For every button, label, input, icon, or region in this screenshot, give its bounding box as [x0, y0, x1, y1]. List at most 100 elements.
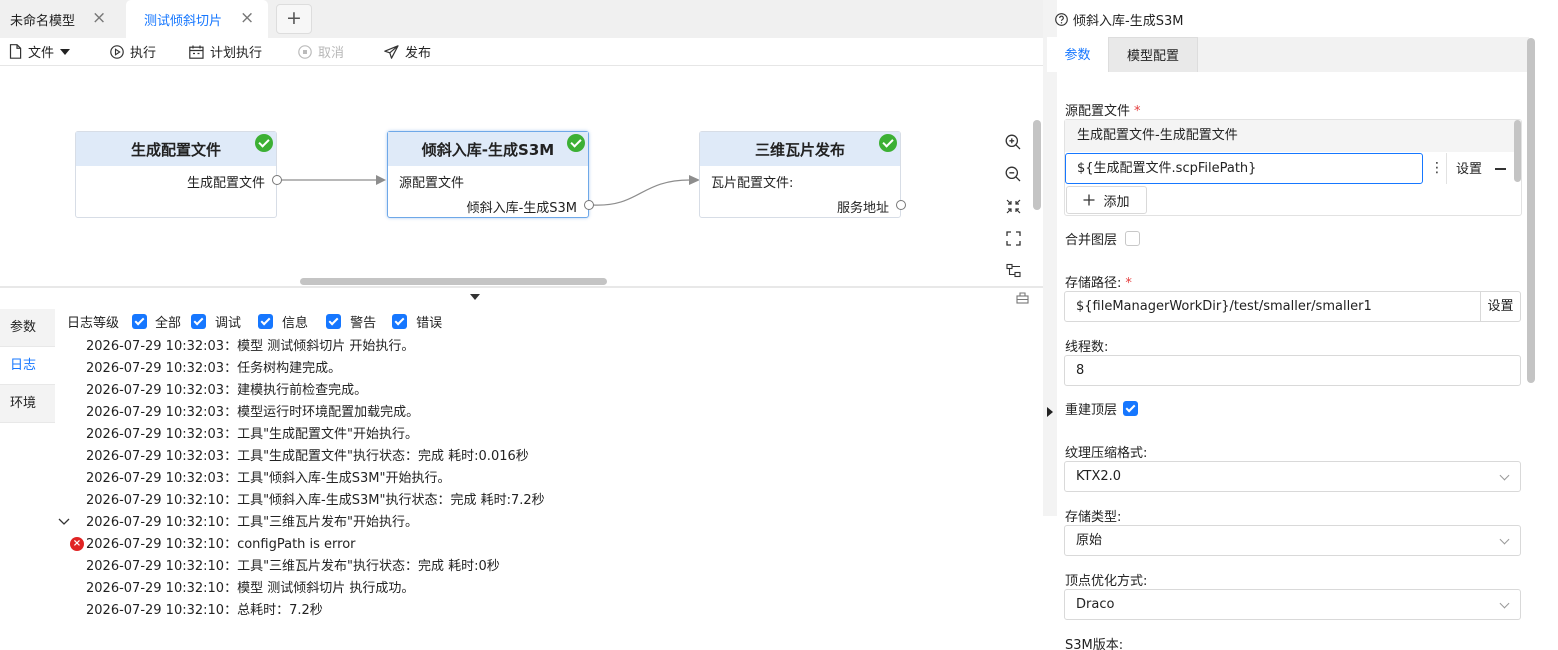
app-window: 未命名模型 × 测试倾斜切片 × + 文件 执行 计划执行 取消 发布 生成配置…: [0, 0, 1558, 650]
checkbox-debug[interactable]: [191, 313, 207, 329]
checkbox-label: 全部: [155, 315, 182, 331]
remove-icon[interactable]: [1495, 168, 1506, 170]
add-source-button[interactable]: 添加: [1066, 186, 1147, 214]
log-line: 2026-07-29 10:32:03：模型 测试倾斜切片 开始执行。: [86, 339, 415, 354]
log-line-error: 2026-07-29 10:32:10：configPath is error: [86, 537, 356, 552]
checkbox-label: 调试: [215, 315, 242, 331]
more-vertical-icon[interactable]: ⋮: [1430, 160, 1444, 176]
tab-params[interactable]: 参数: [0, 309, 55, 347]
output-port[interactable]: [584, 200, 594, 210]
storage-type-label: 存储类型:: [1065, 510, 1122, 525]
log-level-label: 日志等级: [67, 315, 120, 331]
label-text: 存储路径:: [1065, 276, 1122, 291]
log-line: 2026-07-29 10:32:03：工具"生成配置文件"开始执行。: [86, 427, 419, 442]
fit-view-button[interactable]: [999, 190, 1027, 222]
fullscreen-button[interactable]: [999, 222, 1027, 254]
publish-button[interactable]: 发布: [384, 42, 431, 61]
storage-set-button[interactable]: 设置: [1480, 292, 1520, 321]
log-line: 2026-07-29 10:32:03：任务树构建完成。: [86, 361, 342, 376]
cancel-button[interactable]: 取消: [298, 42, 344, 61]
source-list-scrollbar[interactable]: [1514, 120, 1521, 182]
log-level-filter: 日志等级 全部 调试 信息 警告 错误: [67, 312, 443, 331]
rebuild-top-checkbox[interactable]: [1123, 401, 1139, 416]
collapse-arrow-icon[interactable]: [470, 294, 480, 300]
storage-path-input[interactable]: ${fileManagerWorkDir}/test/smaller/small…: [1064, 291, 1521, 322]
required-mark: *: [1134, 104, 1141, 119]
add-label: 添加: [1103, 194, 1130, 210]
success-check-icon: [879, 134, 897, 152]
document-tabbar: 未命名模型 × 测试倾斜切片 × +: [0, 0, 1043, 38]
add-tab-button[interactable]: +: [276, 4, 312, 34]
tab-label: 测试倾斜切片: [144, 13, 223, 29]
edge-s3m-to-publish[interactable]: [592, 179, 691, 206]
node-oblique-s3m[interactable]: 倾斜入库-生成S3M 源配置文件 倾斜入库-生成S3M: [387, 131, 594, 218]
tab-panel-params[interactable]: 参数: [1047, 37, 1108, 72]
merge-layers-row: 合并图层: [1065, 229, 1141, 248]
help-circle-icon[interactable]: [1055, 13, 1068, 26]
output-port[interactable]: [272, 175, 282, 185]
zoom-out-button[interactable]: [999, 158, 1027, 190]
bottom-side-tabs: 参数 日志 环境: [0, 309, 55, 423]
checkbox-warning[interactable]: [326, 313, 342, 329]
close-icon[interactable]: ×: [240, 8, 254, 28]
log-line: 2026-07-29 10:32:03：工具"生成配置文件"执行状态：完成 耗时…: [86, 449, 529, 464]
plus-icon: +: [286, 7, 302, 29]
log-line: 2026-07-29 10:32:03：工具"倾斜入库-生成S3M"开始执行。: [86, 471, 451, 486]
panel-tabs: 参数 模型配置: [1047, 37, 1529, 72]
vertex-opt-label: 顶点优化方式:: [1065, 574, 1148, 589]
model-editor: 未命名模型 × 测试倾斜切片 × + 文件 执行 计划执行 取消 发布 生成配置…: [0, 0, 1043, 650]
file-menu-button[interactable]: 文件: [9, 42, 71, 61]
panel-scrollbar[interactable]: [1527, 38, 1535, 383]
stop-circle-icon: [298, 44, 312, 59]
tab-test-oblique[interactable]: 测试倾斜切片 ×: [126, 0, 268, 38]
output-port[interactable]: [896, 200, 906, 210]
node-generate-config[interactable]: 生成配置文件 生成配置文件: [75, 131, 282, 218]
zoom-in-button[interactable]: [999, 126, 1027, 158]
panel-splitter[interactable]: [0, 286, 1043, 288]
model-canvas[interactable]: 生成配置文件 生成配置文件 倾斜入库-生成S3M 源配置文件 倾斜入库-生成S3…: [0, 67, 1043, 285]
s3m-version-label: S3M版本:: [1065, 638, 1124, 650]
auto-layout-button[interactable]: [999, 254, 1027, 286]
tab-untitled-model[interactable]: 未命名模型 ×: [0, 0, 124, 38]
source-set-button[interactable]: 设置: [1446, 153, 1491, 184]
source-config-input[interactable]: ${生成配置文件.scpFilePath}: [1065, 153, 1423, 184]
dock-toggle-button[interactable]: [1016, 292, 1029, 308]
chevron-down-icon: [1499, 534, 1510, 545]
send-icon: [384, 44, 399, 59]
cancel-label: 取消: [318, 46, 345, 61]
checkbox-info[interactable]: [258, 313, 274, 329]
run-button[interactable]: 执行: [110, 42, 156, 61]
file-icon: [9, 44, 22, 59]
source-config-label: 源配置文件 *: [1065, 100, 1141, 119]
panel-title: 倾斜入库-生成S3M: [1073, 14, 1184, 29]
merge-label: 合并图层: [1065, 233, 1118, 248]
tab-model-config[interactable]: 模型配置: [1108, 37, 1198, 72]
merge-layers-checkbox[interactable]: [1125, 231, 1141, 246]
storage-type-select[interactable]: 原始: [1064, 525, 1521, 556]
properties-panel: 倾斜入库-生成S3M 参数 模型配置 源配置文件 * 生成配置文件-生成配置文件 …: [1043, 0, 1558, 650]
checkbox-label: 错误: [416, 315, 443, 331]
play-circle-icon: [110, 44, 124, 59]
texture-format-select[interactable]: KTX2.0: [1064, 461, 1521, 492]
node-3d-tile-publish[interactable]: 三维瓦片发布 瓦片配置文件: 服务地址: [699, 131, 906, 218]
vertex-opt-select[interactable]: Draco: [1064, 589, 1521, 620]
threads-label: 线程数:: [1065, 340, 1109, 355]
expand-chevron-icon[interactable]: [58, 515, 70, 530]
node-output-label: 服务地址: [836, 201, 889, 216]
tab-environment[interactable]: 环境: [0, 385, 55, 423]
checkbox-all[interactable]: [132, 313, 148, 329]
calendar-icon: [189, 45, 204, 59]
canvas-horizontal-scrollbar[interactable]: [300, 278, 607, 285]
log-line: 2026-07-29 10:32:10：工具"倾斜入库-生成S3M"执行状态：完…: [86, 493, 545, 508]
threads-input[interactable]: 8: [1064, 355, 1521, 386]
toolbar: 文件 执行 计划执行 取消 发布: [0, 38, 1043, 66]
canvas-vertical-scrollbar[interactable]: [1033, 120, 1041, 210]
log-line: 2026-07-29 10:32:03：模型运行时环境配置加载完成。: [86, 405, 420, 420]
caret-down-icon: [60, 48, 71, 55]
zoom-in-icon: [1005, 134, 1021, 150]
schedule-run-button[interactable]: 计划执行: [189, 42, 262, 61]
checkbox-error[interactable]: [392, 313, 408, 329]
node-output-label: 生成配置文件: [186, 176, 265, 191]
tab-logs[interactable]: 日志: [0, 347, 55, 385]
close-icon[interactable]: ×: [92, 8, 106, 28]
